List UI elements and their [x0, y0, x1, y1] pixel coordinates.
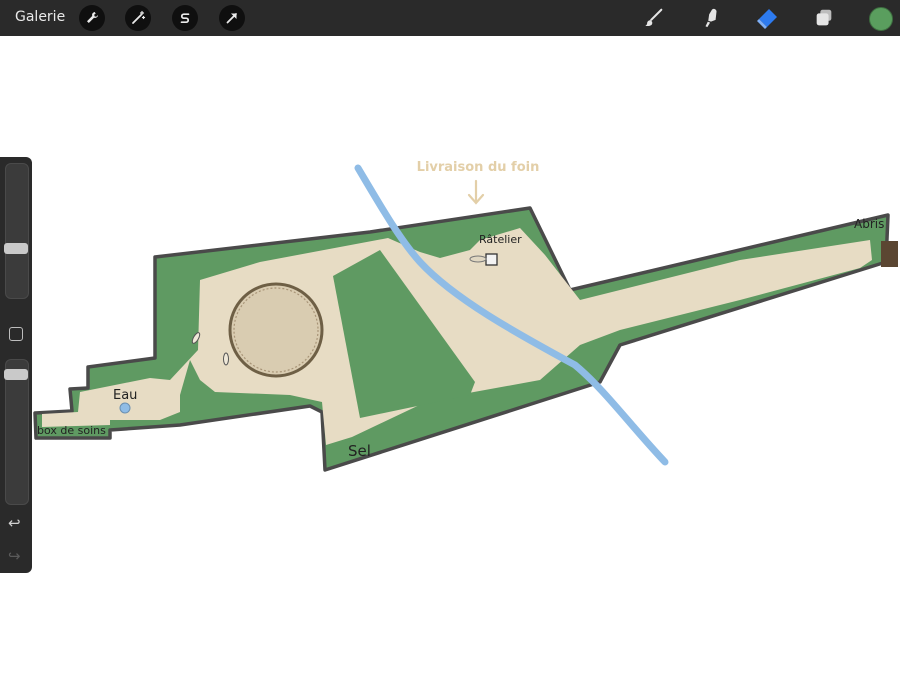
- care-box-label: box de soins: [37, 424, 106, 437]
- salt-label: Sel: [348, 442, 371, 460]
- round-arena: [228, 282, 324, 378]
- shelter-label: Abris: [854, 217, 884, 231]
- rack-label: Râtelier: [479, 233, 522, 246]
- shelter-block: [881, 241, 898, 267]
- hay-delivery-label: Livraison du foin: [417, 160, 540, 175]
- hay-delivery-arrow: [467, 179, 485, 205]
- feeder-icon: [223, 352, 229, 366]
- rack-icon: [485, 253, 498, 266]
- water-point: [119, 402, 131, 414]
- drawing-canvas[interactable]: Livraison du foin Râtelier Abris Eau box…: [0, 0, 900, 675]
- water-label: Eau: [113, 388, 137, 403]
